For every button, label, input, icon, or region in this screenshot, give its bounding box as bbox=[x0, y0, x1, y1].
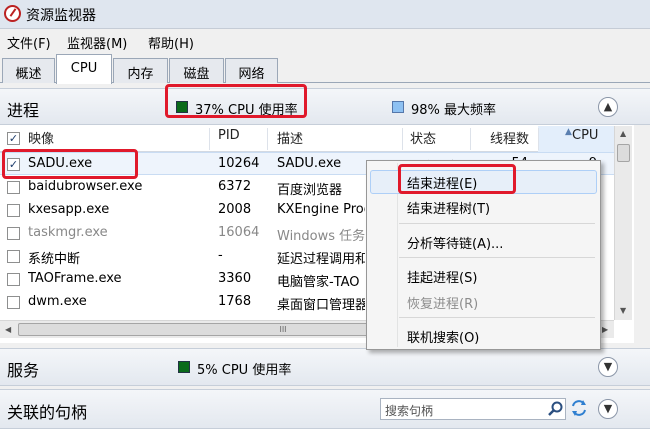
col-desc[interactable]: 描述 bbox=[277, 128, 303, 151]
col-divider[interactable] bbox=[267, 128, 268, 150]
tab-overview[interactable]: 概述 bbox=[2, 58, 55, 83]
row-checkbox[interactable] bbox=[7, 181, 20, 194]
cell-desc: 延迟过程调用和 bbox=[277, 252, 365, 267]
cell-image: 系统中断 bbox=[28, 252, 81, 267]
cell-desc: SADU.exe bbox=[277, 156, 342, 171]
cell-desc: 桌面窗口管理器 bbox=[277, 298, 365, 313]
processes-header[interactable]: 进程 37% CPU 使用率 98% 最大频率 ▲ bbox=[0, 88, 650, 125]
highlight-cpu-usage bbox=[165, 84, 307, 118]
menu-analyze-wait-chain[interactable]: 分析等待链(A)... bbox=[407, 233, 503, 252]
cell-pid: 6372 bbox=[218, 179, 252, 194]
cell-desc: 百度浏览器 bbox=[277, 183, 343, 198]
col-divider[interactable] bbox=[402, 128, 403, 150]
col-image[interactable]: 映像 bbox=[28, 128, 54, 151]
menu-file[interactable]: 文件(F) bbox=[7, 33, 51, 52]
vertical-scrollbar[interactable]: ▲ ▼ bbox=[614, 126, 632, 320]
row-checkbox[interactable] bbox=[7, 273, 20, 286]
menu-search-online[interactable]: 联机搜索(O) bbox=[407, 327, 479, 346]
cell-pid: 10264 bbox=[218, 156, 260, 171]
handles-title: 关联的句柄 bbox=[7, 403, 88, 422]
services-cpu-usage: 5% CPU 使用率 bbox=[197, 363, 292, 378]
menu-separator bbox=[399, 317, 595, 318]
row-checkbox[interactable] bbox=[7, 204, 20, 217]
services-header[interactable]: 服务 5% CPU 使用率 ▼ bbox=[0, 348, 650, 386]
highlight-end-process bbox=[398, 164, 516, 194]
col-divider[interactable] bbox=[209, 128, 210, 150]
cell-image: baidubrowser.exe bbox=[28, 179, 143, 194]
processes-max-freq: 98% 最大频率 bbox=[411, 103, 497, 118]
scroll-left-icon[interactable]: ◀ bbox=[5, 325, 11, 334]
collapse-down-icon[interactable]: ▼ bbox=[598, 399, 618, 419]
col-cpu[interactable]: CPU bbox=[572, 128, 598, 151]
col-pid[interactable]: PID bbox=[218, 128, 240, 151]
col-divider[interactable] bbox=[538, 128, 539, 150]
search-placeholder: 搜索句柄 bbox=[385, 404, 434, 418]
col-threads[interactable]: 线程数 bbox=[490, 128, 529, 151]
menu-end-process-tree[interactable]: 结束进程树(T) bbox=[407, 198, 490, 217]
tab-cpu[interactable]: CPU bbox=[56, 54, 112, 84]
processes-title: 进程 bbox=[7, 101, 40, 120]
cell-pid: 1768 bbox=[218, 294, 252, 309]
cell-pid: 3360 bbox=[218, 271, 252, 286]
scroll-right-icon[interactable]: ▶ bbox=[602, 325, 608, 334]
tab-memory[interactable]: 内存 bbox=[113, 58, 168, 83]
vertical-scroll-thumb[interactable] bbox=[617, 144, 630, 162]
menu-separator bbox=[399, 257, 595, 258]
col-status[interactable]: 状态 bbox=[410, 128, 436, 151]
cell-desc: 电脑管家-TAO bbox=[277, 275, 360, 290]
resource-monitor-icon bbox=[4, 5, 21, 22]
collapse-up-icon[interactable]: ▲ bbox=[598, 97, 618, 117]
row-checkbox[interactable] bbox=[7, 296, 20, 309]
menu-resume-process[interactable]: 恢复进程(R) bbox=[407, 293, 478, 312]
cell-pid: - bbox=[218, 248, 223, 263]
menu-suspend-process[interactable]: 挂起进程(S) bbox=[407, 267, 477, 286]
cell-image: kxesapp.exe bbox=[28, 202, 110, 217]
tab-disk[interactable]: 磁盘 bbox=[169, 58, 224, 83]
row-checkbox[interactable] bbox=[7, 250, 20, 263]
cell-desc: KXEngine Prod bbox=[277, 202, 365, 217]
select-all-checkbox[interactable]: ✓ bbox=[7, 132, 20, 145]
window-title: 资源监视器 bbox=[26, 8, 96, 24]
col-divider[interactable] bbox=[470, 128, 471, 150]
menu-monitor[interactable]: 监视器(M) bbox=[67, 33, 127, 52]
cell-pid: 16064 bbox=[218, 225, 260, 240]
cell-pid: 2008 bbox=[218, 202, 252, 217]
cell-desc: Windows 任务管 bbox=[277, 229, 365, 244]
freq-swatch bbox=[392, 101, 404, 113]
services-title: 服务 bbox=[7, 361, 40, 380]
menu-separator bbox=[399, 223, 595, 224]
search-handles-input[interactable]: 搜索句柄 bbox=[380, 398, 566, 420]
menu-bar: 文件(F) 监视器(M) 帮助(H) bbox=[0, 29, 650, 53]
sort-up-icon: ▲ bbox=[565, 127, 572, 137]
highlight-sadu-row bbox=[2, 149, 138, 179]
cell-image: TAOFrame.exe bbox=[28, 271, 122, 286]
tab-strip: 概述 CPU 内存 磁盘 网络 bbox=[0, 53, 650, 84]
search-icon[interactable] bbox=[547, 400, 565, 418]
cell-image: taskmgr.exe bbox=[28, 225, 108, 240]
menu-help[interactable]: 帮助(H) bbox=[148, 33, 194, 52]
scroll-up-icon[interactable]: ▲ bbox=[620, 129, 626, 138]
scroll-down-icon[interactable]: ▼ bbox=[620, 306, 626, 315]
title-bar: 资源监视器 bbox=[0, 0, 650, 29]
cell-image: dwm.exe bbox=[28, 294, 87, 309]
row-checkbox[interactable] bbox=[7, 227, 20, 240]
tab-network[interactable]: 网络 bbox=[225, 58, 278, 83]
refresh-icon[interactable] bbox=[569, 398, 589, 418]
collapse-down-icon[interactable]: ▼ bbox=[598, 357, 618, 377]
cpu-swatch bbox=[178, 361, 190, 373]
